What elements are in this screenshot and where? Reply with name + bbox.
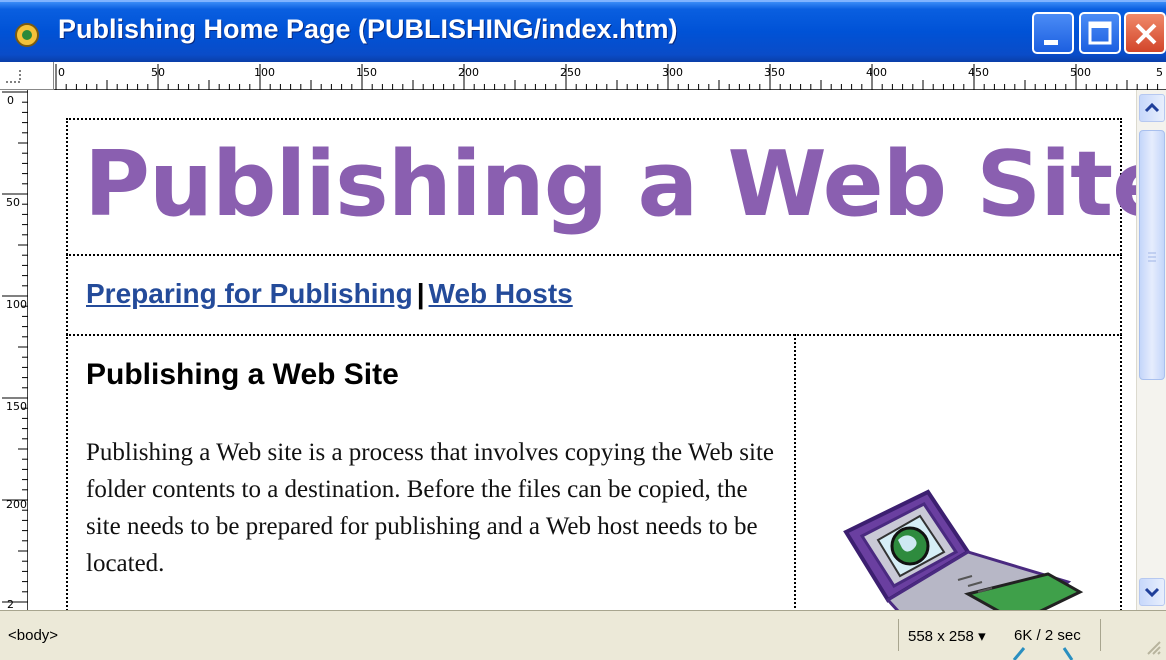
close-button[interactable]	[1124, 12, 1166, 54]
scroll-down-button[interactable]	[1139, 578, 1165, 606]
minimize-button[interactable]	[1032, 12, 1074, 54]
ruler-label: 300	[662, 66, 683, 79]
status-divider	[1100, 619, 1101, 651]
scroll-up-button[interactable]	[1139, 94, 1165, 122]
table-row-divider	[66, 334, 1122, 336]
ruler-label: 100	[254, 66, 275, 79]
window-title: Publishing Home Page (PUBLISHING/index.h…	[58, 14, 678, 44]
ruler-label: 2	[7, 598, 14, 611]
status-bar: <body> 558 x 258 ▾ 6K / 2 sec	[0, 610, 1166, 660]
page-heading: Publishing a Web Site	[86, 358, 399, 391]
ruler-label: 200	[458, 66, 479, 79]
resize-grip-icon[interactable]	[1144, 638, 1162, 656]
vertical-ruler[interactable]: 0 50 100 150 200 2	[0, 90, 28, 610]
ruler-label: 450	[968, 66, 989, 79]
ruler-label: 150	[356, 66, 377, 79]
navigation-bar: Preparing for Publishing | Web Hosts	[86, 278, 573, 310]
nav-separator: |	[416, 278, 425, 309]
ruler-label: 0	[7, 94, 14, 107]
window-size-value: 558 x 258	[908, 628, 974, 645]
ruler-label: 350	[764, 66, 785, 79]
ruler-label: 100	[6, 298, 27, 311]
ruler-label: 50	[151, 66, 165, 79]
body-paragraph: Publishing a Web site is a process that …	[86, 439, 775, 577]
chevron-up-icon	[1144, 102, 1160, 113]
table-column-divider	[794, 334, 796, 610]
table-row-divider	[66, 254, 1122, 256]
chevron-down-icon	[1144, 587, 1160, 598]
dropdown-arrow-icon: ▾	[978, 628, 986, 645]
scroll-thumb[interactable]	[1139, 130, 1165, 380]
tag-selector[interactable]: <body>	[8, 627, 58, 644]
computer-globe-clipart	[818, 482, 1118, 610]
maximize-button[interactable]	[1079, 12, 1121, 54]
ruler-origin[interactable]	[0, 62, 54, 90]
callout-lines	[1012, 647, 1074, 660]
ruler-label: 250	[560, 66, 581, 79]
close-icon	[1135, 23, 1157, 45]
window-size-popup[interactable]: 558 x 258 ▾	[908, 627, 986, 645]
ruler-label: 5	[1156, 66, 1163, 79]
vertical-scrollbar[interactable]	[1136, 90, 1166, 610]
link-preparing-for-publishing[interactable]: Preparing for Publishing	[86, 278, 413, 309]
horizontal-ruler[interactable]: 0 50 100 150 200 250 300 350 400 450 500…	[54, 62, 1166, 90]
ruler-label: 50	[6, 196, 20, 209]
ruler-label: 0	[58, 66, 65, 79]
ruler-label: 200	[6, 498, 27, 511]
document-window: Publishing Home Page (PUBLISHING/index.h…	[0, 0, 1166, 660]
design-view[interactable]: Publishing a Web Site Preparing for Publ…	[28, 90, 1136, 610]
ruler-label: 500	[1070, 66, 1091, 79]
status-divider	[898, 619, 899, 651]
minimize-icon	[1044, 40, 1058, 45]
dreamweaver-document-icon	[12, 20, 42, 48]
link-web-hosts[interactable]: Web Hosts	[429, 278, 573, 309]
ruler-label: 150	[6, 400, 27, 413]
maximize-icon	[1088, 21, 1112, 45]
title-bar[interactable]: Publishing Home Page (PUBLISHING/index.h…	[0, 0, 1166, 62]
ruler-label: 400	[866, 66, 887, 79]
banner-title: Publishing a Web Site	[84, 132, 1136, 237]
